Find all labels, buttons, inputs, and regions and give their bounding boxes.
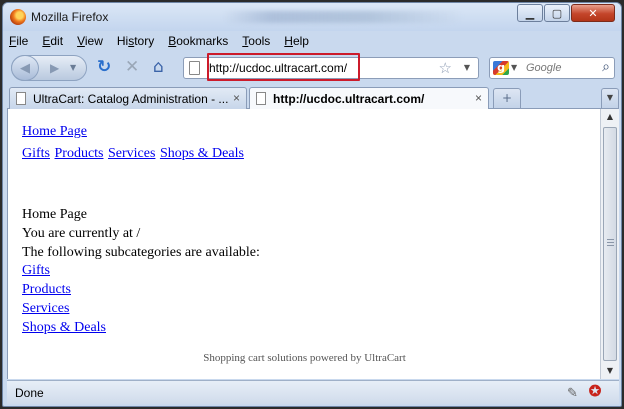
search-icon[interactable]: ⌕ [602, 59, 610, 75]
subcategory-intro: The following subcategories are availabl… [22, 245, 260, 260]
menu-tools[interactable]: Tools [240, 33, 272, 51]
close-icon: ✕ [588, 6, 598, 20]
maximize-icon: ▢ [551, 6, 563, 20]
location-text: You are currently at / [22, 226, 141, 241]
window-controls: ▁ ▢ ✕ [516, 4, 615, 22]
back-arrow-icon: ◀ [20, 60, 30, 76]
back-forward-group: ◀ ▶ ▼ [11, 55, 87, 81]
firefox-logo-icon [10, 9, 26, 25]
page-icon [256, 92, 266, 105]
plus-icon: + [501, 91, 513, 105]
tab-ucdoc[interactable]: http://ucdoc.ultracart.com/ × [249, 87, 489, 110]
forward-button[interactable]: ▶ [50, 61, 59, 75]
back-button[interactable]: ◀ [11, 55, 39, 81]
close-button[interactable]: ✕ [571, 4, 615, 22]
bookmark-star-icon[interactable]: ☆ [439, 59, 452, 77]
category-link-shops-deals[interactable]: Shops & Deals [160, 146, 244, 161]
page-content: Home Page Gifts Products Services Shops … [7, 109, 600, 379]
close-tab-icon[interactable]: × [233, 91, 240, 105]
search-engine-dropdown-icon[interactable]: ▼ [511, 63, 517, 72]
subcategory-link-products[interactable]: Products [22, 280, 106, 299]
maximize-button[interactable]: ▢ [544, 4, 570, 22]
subcategory-list: Gifts Products Services Shops & Deals [22, 261, 106, 337]
page-footer: Shopping cart solutions powered by Ultra… [203, 352, 406, 364]
tab-label: http://ucdoc.ultracart.com/ [273, 92, 425, 106]
page-body: Home Page You are currently at / The fol… [22, 205, 260, 262]
menu-bar: File Edit View History Bookmarks Tools Help [7, 33, 619, 51]
home-icon[interactable]: ⌂ [153, 57, 164, 77]
menu-help[interactable]: Help [282, 33, 311, 51]
status-bar: Done ✎ ✪ [7, 380, 619, 404]
tab-catalog-administration[interactable]: UltraCart: Catalog Administration - ... … [9, 87, 247, 109]
category-nav: Gifts Products Services Shops & Deals [22, 146, 245, 162]
category-link-services[interactable]: Services [108, 146, 155, 161]
addon-shield-icon[interactable]: ✪ [587, 384, 603, 401]
home-page-link[interactable]: Home Page [22, 124, 87, 140]
scroll-up-icon[interactable]: ▲ [601, 109, 619, 125]
scrollbar-thumb[interactable] [603, 127, 617, 361]
url-highlight-box [207, 53, 360, 81]
menu-bookmarks[interactable]: Bookmarks [166, 33, 230, 51]
search-input[interactable]: Google [526, 62, 561, 74]
history-dropdown-icon[interactable]: ▼ [70, 63, 76, 72]
tab-label: UltraCart: Catalog Administration - ... [33, 92, 229, 106]
category-link-gifts[interactable]: Gifts [22, 146, 50, 161]
window-title: Mozilla Firefox [31, 10, 109, 24]
stop-icon[interactable]: ✕ [125, 57, 139, 77]
subcategory-link-services[interactable]: Services [22, 299, 106, 318]
list-all-tabs-button[interactable]: ▼ [601, 88, 619, 108]
page-icon [16, 92, 26, 105]
category-link-products[interactable]: Products [55, 146, 104, 161]
minimize-icon: ▁ [525, 6, 535, 20]
menu-file[interactable]: File [7, 33, 30, 51]
menu-view[interactable]: View [75, 33, 105, 51]
tab-strip: UltraCart: Catalog Administration - ... … [7, 85, 619, 110]
status-text: Done [15, 386, 44, 400]
minimize-button[interactable]: ▁ [517, 4, 543, 22]
menu-history[interactable]: History [115, 33, 156, 51]
new-tab-button[interactable]: + [493, 88, 521, 108]
reload-icon[interactable]: ↻ [97, 57, 111, 77]
search-box[interactable]: g ▼ Google ⌕ [489, 57, 615, 79]
subcategory-link-shops-deals[interactable]: Shops & Deals [22, 318, 106, 337]
subcategory-link-gifts[interactable]: Gifts [22, 261, 106, 280]
google-icon[interactable]: g [493, 61, 509, 75]
scroll-down-icon[interactable]: ▼ [601, 363, 619, 379]
plugin-icon[interactable]: ✎ [567, 385, 578, 401]
browser-window: Mozilla Firefox ▁ ▢ ✕ File Edit View Histor… [2, 2, 622, 407]
vertical-scrollbar[interactable]: ▲ ▼ [600, 109, 619, 379]
page-heading: Home Page [22, 207, 87, 222]
chevron-down-icon: ▼ [606, 93, 614, 102]
close-tab-icon[interactable]: × [475, 91, 482, 105]
blurred-title-region [223, 11, 463, 23]
page-icon [189, 61, 200, 75]
grip-icon [607, 239, 614, 246]
menu-edit[interactable]: Edit [40, 33, 65, 51]
url-dropdown-icon[interactable]: ▼ [464, 63, 470, 72]
title-bar[interactable]: Mozilla Firefox ▁ ▢ ✕ [3, 3, 621, 31]
